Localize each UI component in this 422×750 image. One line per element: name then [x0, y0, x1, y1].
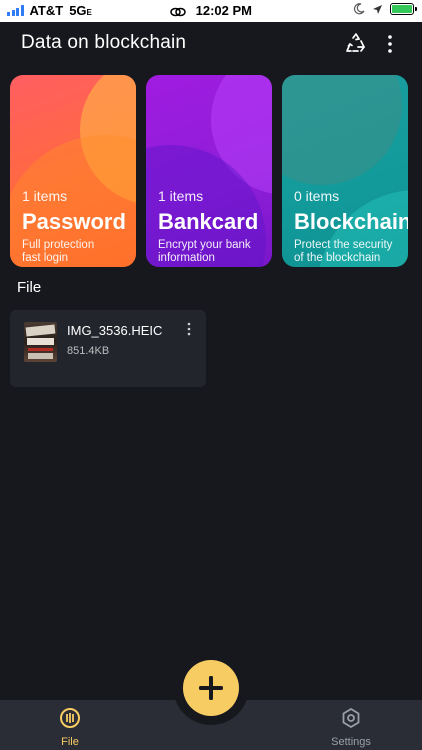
page-title: Data on blockchain [21, 32, 187, 53]
file-thumbnail [24, 322, 57, 362]
recycle-icon[interactable] [344, 32, 368, 56]
location-arrow-icon [373, 4, 382, 14]
blockchain-count: 0 items [294, 188, 340, 204]
bankcard-count: 1 items [158, 188, 204, 204]
file-name: IMG_3536.HEIC [67, 323, 163, 338]
bankcard-card[interactable]: 1 items Bankcard Encrypt your bank infor… [146, 75, 272, 267]
blockchain-description: Protect the security of the blockchain [294, 239, 393, 264]
add-button[interactable] [183, 660, 239, 716]
nav-tab-file[interactable]: File [40, 704, 100, 750]
file-more-icon[interactable] [184, 321, 194, 337]
bankcard-title: Bankcard [158, 209, 259, 234]
password-description: Full protection fast login [22, 239, 95, 264]
file-size: 851.4KB [67, 345, 110, 357]
nav-settings-label: Settings [331, 736, 371, 748]
more-vertical-icon[interactable] [383, 32, 397, 56]
blockchain-card[interactable]: 0 items Blockchain Protect the security … [282, 75, 408, 267]
plus-icon [199, 676, 223, 700]
status-right [353, 3, 417, 15]
status-bar: AT&T 5GE 12:02 PM [0, 0, 422, 22]
bankcard-description: Encrypt your bank information [158, 239, 251, 264]
moon-icon [353, 3, 365, 15]
file-section-title: File [17, 279, 42, 296]
nav-tab-settings[interactable]: Settings [320, 704, 382, 750]
link-icon [170, 7, 186, 16]
settings-hexagon-icon [342, 708, 360, 728]
file-tab-icon [60, 708, 80, 728]
battery-icon [390, 3, 417, 15]
password-title: Password [22, 209, 126, 234]
clock: 12:02 PM [195, 3, 252, 18]
blockchain-title: Blockchain [294, 209, 408, 234]
password-count: 1 items [22, 188, 68, 204]
file-list-item[interactable]: IMG_3536.HEIC 851.4KB [10, 310, 206, 387]
password-card[interactable]: 1 items Password Full protection fast lo… [10, 75, 136, 267]
nav-file-label: File [61, 736, 79, 748]
